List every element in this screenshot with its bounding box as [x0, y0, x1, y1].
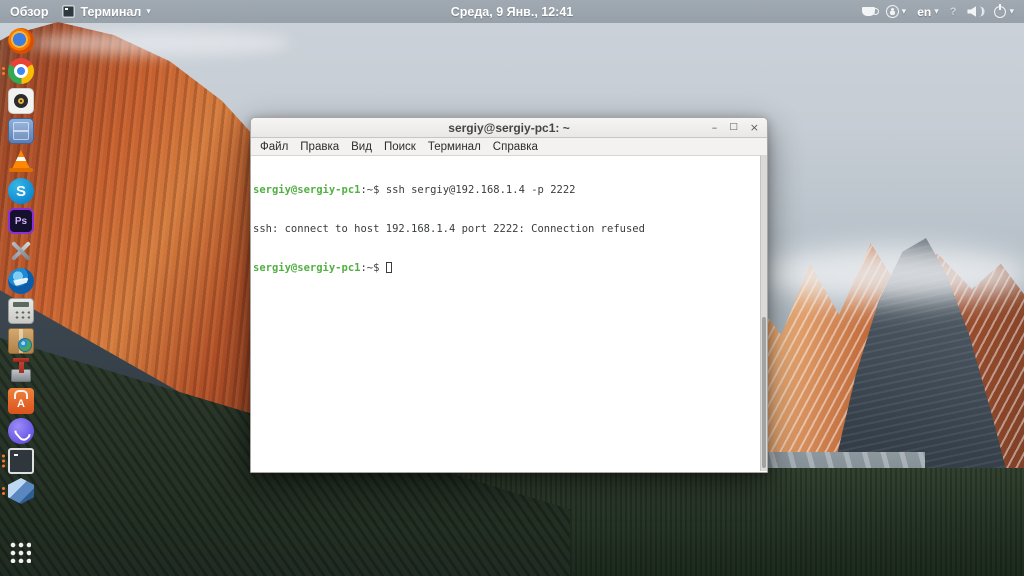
- terminal-mini-icon: [62, 5, 76, 18]
- terminal-line: ssh: connect to host 192.168.1.4 port 22…: [253, 223, 757, 236]
- scrollbar[interactable]: [760, 156, 767, 471]
- running-indicator-dots: [2, 454, 5, 468]
- output-text: ssh: connect to host 192.168.1.4 port 22…: [253, 223, 645, 235]
- thunderbird-icon: [8, 268, 34, 294]
- viber-icon: [8, 418, 34, 444]
- menu-search[interactable]: Поиск: [378, 141, 422, 153]
- firefox-icon: [8, 28, 34, 54]
- camera-app-icon: [8, 88, 34, 114]
- archive-manager-icon: [8, 358, 34, 384]
- wallpaper-snow-haze: [30, 30, 290, 56]
- menu-file[interactable]: Файл: [254, 141, 294, 153]
- running-indicator-dots: [2, 487, 5, 495]
- menu-view[interactable]: Вид: [345, 141, 378, 153]
- launcher-item-skype[interactable]: [8, 178, 38, 204]
- prompt: sergiy@sergiy-pc1: [253, 184, 361, 196]
- close-button[interactable]: ×: [750, 122, 759, 133]
- show-applications-grid-icon[interactable]: [9, 541, 31, 563]
- scrollbar-thumb[interactable]: [762, 316, 766, 468]
- terminal-icon: [8, 448, 34, 474]
- launcher-item-viber[interactable]: [8, 418, 38, 444]
- keyboard-layout-label: en: [917, 4, 932, 19]
- desktop: Обзор Терминал ▾ Среда, 9 Янв., 12:41 ▾ …: [0, 0, 1024, 576]
- accessibility-icon: [885, 5, 899, 18]
- launcher: [0, 28, 44, 508]
- launcher-item-software-center[interactable]: [8, 388, 38, 414]
- menu-edit[interactable]: Правка: [294, 141, 345, 153]
- launcher-item-system-tools[interactable]: [8, 238, 38, 264]
- launcher-item-package[interactable]: [8, 328, 38, 354]
- window-title: sergiy@sergiy-pc1: ~: [448, 120, 570, 135]
- volume-menu[interactable]: [967, 5, 984, 18]
- terminal-line: sergiy@sergiy-pc1:~$ ssh sergiy@192.168.1…: [253, 184, 757, 197]
- question-indicator[interactable]: ?: [950, 6, 957, 18]
- caffeine-cup-icon[interactable]: [861, 7, 879, 16]
- prompt-suffix: :~$: [360, 184, 380, 196]
- photoshop-icon: [8, 208, 34, 234]
- accessibility-menu[interactable]: ▾: [885, 5, 907, 18]
- maximize-button[interactable]: □: [729, 123, 738, 132]
- window-titlebar[interactable]: sergiy@sergiy-pc1: ~ – □ ×: [251, 118, 767, 138]
- file-cabinet-icon: [8, 118, 34, 144]
- app-menu[interactable]: Терминал ▾: [62, 4, 151, 19]
- launcher-item-terminal[interactable]: [2, 448, 38, 474]
- chevron-down-icon: ▾: [901, 6, 907, 17]
- software-center-icon: [8, 388, 34, 414]
- launcher-item-camera-app[interactable]: [8, 88, 38, 114]
- chevron-down-icon: ▾: [146, 6, 151, 17]
- system-tray: ▾ en ▾ ? ▾: [861, 3, 1014, 19]
- launcher-item-archive-manager[interactable]: [8, 358, 38, 384]
- chevron-down-icon: ▾: [934, 6, 939, 17]
- menu-terminal[interactable]: Терминал: [422, 141, 487, 153]
- menu-help[interactable]: Справка: [487, 141, 544, 153]
- activities-button[interactable]: Обзор: [10, 5, 48, 19]
- virtualbox-icon: [8, 478, 34, 504]
- terminal-window: sergiy@sergiy-pc1: ~ – □ × Файл Правка Вид…: [250, 117, 768, 473]
- vlc-icon: [8, 148, 34, 174]
- package-icon: [8, 328, 34, 354]
- launcher-item-photoshop[interactable]: [8, 208, 38, 234]
- running-indicator-dots: [2, 67, 5, 75]
- wallpaper-fog: [760, 246, 1024, 302]
- launcher-item-virtualbox[interactable]: [2, 478, 38, 504]
- launcher-item-file-cabinet[interactable]: [8, 118, 38, 144]
- power-menu[interactable]: ▾: [994, 3, 1014, 18]
- chrome-icon: [8, 58, 34, 84]
- power-icon: [994, 3, 1007, 18]
- top-bar: Обзор Терминал ▾ Среда, 9 Янв., 12:41 ▾ …: [0, 0, 1024, 23]
- volume-icon: [967, 5, 984, 18]
- launcher-item-calculator[interactable]: [8, 298, 38, 324]
- prompt: sergiy@sergiy-pc1: [253, 262, 361, 274]
- launcher-item-thunderbird[interactable]: [8, 268, 38, 294]
- minimize-button[interactable]: –: [712, 122, 718, 133]
- launcher-item-vlc[interactable]: [8, 148, 38, 174]
- prompt-suffix: :~$: [360, 262, 380, 274]
- launcher-item-firefox[interactable]: [8, 28, 38, 54]
- launcher-item-chrome[interactable]: [2, 58, 38, 84]
- app-menu-label: Терминал: [80, 4, 142, 19]
- system-tools-icon: [8, 238, 34, 264]
- calculator-icon: [8, 298, 34, 324]
- keyboard-layout-menu[interactable]: en ▾: [917, 5, 939, 19]
- chevron-down-icon: ▾: [1009, 6, 1014, 17]
- terminal-line: sergiy@sergiy-pc1:~$: [253, 262, 757, 275]
- menubar: Файл Правка Вид Поиск Терминал Справка: [251, 138, 767, 156]
- command-text: ssh sergiy@192.168.1.4 -p 2222: [385, 184, 576, 196]
- text-cursor: [385, 262, 392, 273]
- skype-icon: [8, 178, 34, 204]
- terminal-content[interactable]: sergiy@sergiy-pc1:~$ ssh sergiy@192.168.1…: [251, 156, 767, 471]
- window-controls: – □ ×: [712, 118, 759, 137]
- clock[interactable]: Среда, 9 Янв., 12:41: [451, 5, 573, 19]
